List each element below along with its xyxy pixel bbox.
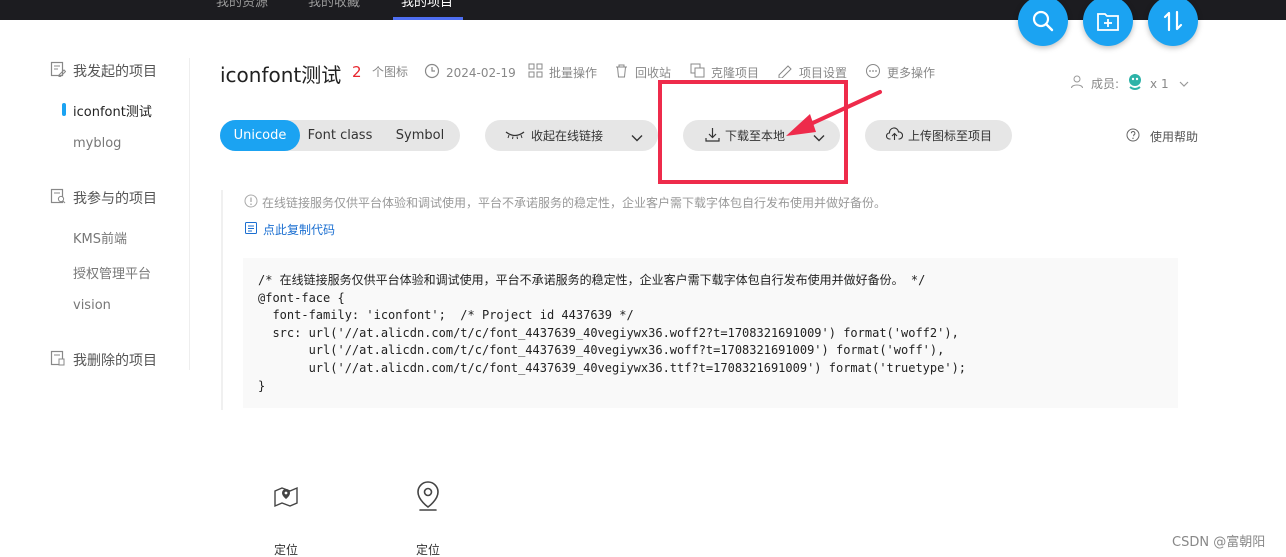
code-line: url('//at.alicdn.com/t/c/font_4437639_40… (258, 343, 945, 358)
notice-divider (221, 190, 223, 410)
members-count: x 1 (1150, 76, 1169, 91)
doc-trash-icon (50, 350, 73, 370)
collapse-link-button[interactable]: 收起在线链接 (485, 120, 658, 151)
avatar (1125, 72, 1145, 95)
copy-code-link[interactable]: 点此复制代码 (244, 221, 335, 238)
icon-card[interactable]: 定位 (398, 478, 458, 557)
sidebar: 我发起的项目 iconfont测试 myblog 我参与的项目 KMS前端 授权… (50, 58, 190, 370)
batch-operation-button[interactable]: 批量操作 (528, 63, 597, 81)
nav-active-underline (393, 17, 463, 20)
chevron-down-icon (1179, 77, 1189, 91)
clone-icon (690, 63, 711, 81)
created-date: 2024-02-19 (424, 63, 516, 82)
nav-my-favorites[interactable]: 我的收藏 (308, 0, 360, 10)
more-actions-button[interactable]: 更多操作 (865, 63, 935, 82)
code-line: url('//at.alicdn.com/t/c/font_4437639_40… (258, 360, 967, 375)
sidebar-group-label: 我删除的项目 (73, 353, 157, 369)
tab-font-class[interactable]: Font class (300, 120, 380, 151)
code-line: /* 在线链接服务仅供平台体验和调试使用，平台不承诺服务的稳定性，企业客户需下载… (258, 273, 926, 287)
edit-doc-icon (50, 61, 73, 81)
add-folder-button[interactable] (1083, 0, 1133, 46)
watermark: CSDN @富朝阳 (1172, 535, 1266, 550)
copy-icon (244, 221, 263, 238)
tab-symbol[interactable]: Symbol (380, 120, 460, 151)
recycle-bin-button[interactable]: 回收站 (614, 63, 671, 81)
sidebar-group-joined[interactable]: 我参与的项目 (50, 188, 157, 208)
annotation-arrow (786, 90, 882, 136)
eye-closed-icon (505, 129, 525, 143)
code-line: @font-face { (258, 290, 345, 305)
collapse-link-label: 收起在线链接 (531, 129, 604, 143)
grid-icon (528, 63, 549, 81)
upload-label: 上传图标至项目 (908, 129, 993, 143)
help-label: 使用帮助 (1150, 130, 1199, 144)
code-line: } (258, 378, 266, 393)
sidebar-item-vision[interactable]: vision (73, 298, 111, 313)
search-button[interactable] (1018, 0, 1068, 46)
sidebar-group-label: 我参与的项目 (73, 191, 157, 207)
icon-card-label: 定位 (415, 543, 440, 557)
nav-my-resources[interactable]: 我的资源 (216, 0, 268, 10)
icon-count-unit: 个图标 (372, 65, 409, 79)
add-folder-icon (1096, 10, 1120, 32)
chevron-down-icon (631, 131, 643, 145)
doc-search-icon (50, 188, 73, 208)
pencil-icon (777, 63, 799, 81)
sidebar-item-myblog[interactable]: myblog (73, 136, 121, 151)
nav-my-projects[interactable]: 我的项目 (401, 0, 453, 10)
online-link-notice: 在线链接服务仅供平台体验和调试使用，平台不承诺服务的稳定性，企业客户需下载字体包… (244, 194, 886, 211)
icon-count: 2 (352, 63, 362, 81)
tab-unicode[interactable]: Unicode (220, 120, 300, 151)
sidebar-item-kms[interactable]: KMS前端 (73, 228, 127, 247)
trash-icon (614, 63, 635, 81)
members-info[interactable]: 成员: x 1 (1070, 72, 1189, 95)
map-pin-icon (256, 478, 316, 514)
info-icon (244, 194, 262, 211)
code-mode-switch: Unicode Font class Symbol (220, 120, 460, 151)
project-settings-button[interactable]: 项目设置 (777, 63, 847, 81)
sidebar-group-deleted[interactable]: 我删除的项目 (50, 350, 157, 370)
help-icon (1126, 128, 1140, 145)
code-line: font-family: 'iconfont'; /* Project id 4… (258, 308, 634, 323)
members-label: 成员: (1091, 77, 1120, 91)
sidebar-group-created[interactable]: 我发起的项目 (50, 61, 157, 81)
user-icon (1070, 74, 1086, 93)
search-icon (1032, 10, 1054, 32)
sidebar-item-iconfont-test[interactable]: iconfont测试 (62, 101, 152, 120)
clock-icon (424, 63, 446, 82)
clone-project-button[interactable]: 克隆项目 (690, 63, 759, 81)
icon-card[interactable]: 定位 (256, 478, 316, 557)
sort-icon (1160, 9, 1186, 33)
font-face-code-block[interactable]: /* 在线链接服务仅供平台体验和调试使用，平台不承诺服务的稳定性，企业客户需下载… (243, 258, 1178, 408)
more-icon (865, 63, 887, 82)
help-link[interactable]: 使用帮助 (1126, 128, 1198, 145)
project-title: iconfont测试 (220, 63, 342, 87)
sidebar-group-label: 我发起的项目 (73, 64, 157, 80)
sidebar-item-auth-platform[interactable]: 授权管理平台 (73, 263, 151, 282)
icon-card-label: 定位 (273, 543, 298, 557)
code-line: src: url('//at.alicdn.com/t/c/font_44376… (258, 325, 959, 340)
sort-button[interactable] (1148, 0, 1198, 46)
location-icon (398, 478, 458, 514)
